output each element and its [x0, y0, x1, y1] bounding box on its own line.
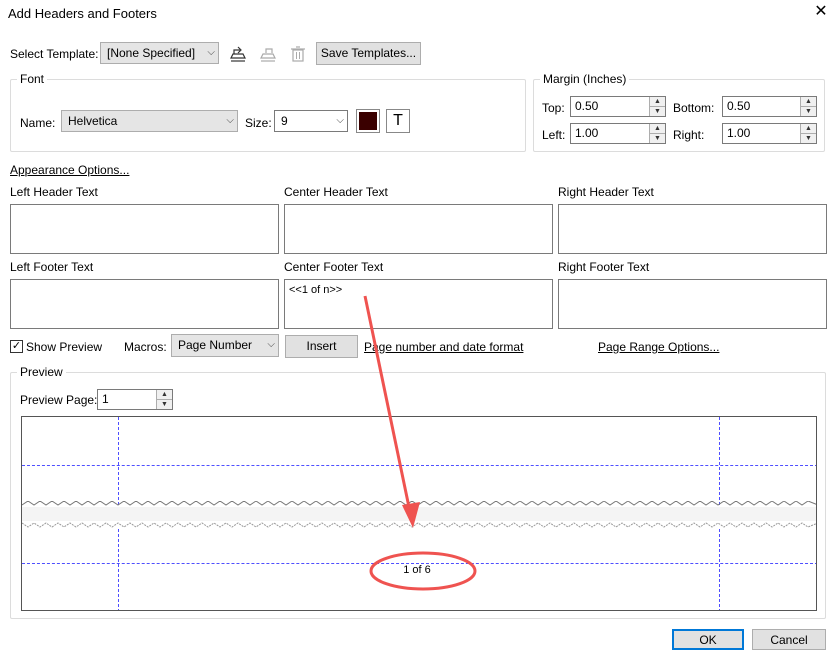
margin-left-value: 1.00: [575, 126, 599, 140]
margin-bottom-value: 0.50: [727, 99, 751, 113]
font-size-label: Size:: [245, 116, 272, 130]
macros-value: Page Number: [178, 338, 253, 352]
left-footer-label: Left Footer Text: [10, 260, 94, 274]
insert-button[interactable]: Insert: [285, 335, 358, 358]
spin-up-icon[interactable]: ▲: [800, 97, 816, 107]
spin-up-icon[interactable]: ▲: [649, 97, 665, 107]
cancel-button[interactable]: Cancel: [752, 629, 826, 650]
margin-left-label: Left:: [542, 128, 566, 142]
font-name-value: Helvetica: [68, 114, 118, 128]
preview-footer-text: 1 of 6: [403, 564, 431, 576]
add-template-icon[interactable]: [228, 44, 248, 64]
close-icon[interactable]: ✕: [813, 4, 829, 20]
preview-page-value: 1: [102, 392, 109, 406]
template-select[interactable]: [None Specified] ⌵: [100, 42, 219, 64]
right-footer-input[interactable]: [558, 279, 827, 329]
macros-select[interactable]: Page Number ⌵: [171, 334, 279, 357]
page-number-format-link[interactable]: Page number and date format: [364, 340, 523, 354]
margin-guide-left-top: [118, 417, 119, 505]
font-color-button[interactable]: [356, 109, 380, 133]
right-header-label: Right Header Text: [558, 185, 654, 199]
save-templates-button[interactable]: Save Templates...: [316, 42, 421, 65]
center-footer-input[interactable]: <<1 of n>>: [284, 279, 553, 329]
margin-right-value: 1.00: [727, 126, 751, 140]
spin-down-icon[interactable]: ▼: [800, 106, 816, 116]
edit-template-icon[interactable]: [258, 44, 278, 64]
chevron-down-icon: ⌵: [207, 47, 215, 58]
margin-guide-right-top: [719, 417, 720, 505]
preview-page-label: Preview Page:: [20, 393, 98, 407]
ok-button[interactable]: OK: [672, 629, 744, 650]
macros-label: Macros:: [124, 340, 167, 354]
text-format-icon[interactable]: T: [386, 109, 410, 133]
left-header-input[interactable]: [10, 204, 279, 254]
preview-canvas: 1 of 6: [21, 416, 817, 611]
font-size-value: 9: [281, 114, 288, 128]
margin-top-value: 0.50: [575, 99, 599, 113]
chevron-down-icon: ⌵: [226, 115, 234, 126]
template-select-value: [None Specified]: [107, 46, 196, 60]
page-range-options-link[interactable]: Page Range Options...: [598, 340, 719, 354]
center-header-label: Center Header Text: [284, 185, 388, 199]
spin-up-icon[interactable]: ▲: [649, 124, 665, 134]
spin-up-icon[interactable]: ▲: [156, 390, 172, 400]
font-size-select[interactable]: 9 ⌵: [274, 110, 348, 132]
appearance-options-link[interactable]: Appearance Options...: [10, 163, 129, 177]
preview-group-title: Preview: [17, 365, 66, 379]
font-name-label: Name:: [20, 116, 56, 130]
margin-guide-header: [22, 465, 816, 466]
margin-right-stepper[interactable]: 1.00 ▲ ▼: [722, 123, 817, 144]
delete-template-icon[interactable]: [288, 44, 308, 64]
margin-guide-left-bottom: [118, 529, 119, 610]
spin-down-icon[interactable]: ▼: [649, 133, 665, 143]
spin-down-icon[interactable]: ▼: [156, 399, 172, 409]
margin-guide-right-bottom: [719, 529, 720, 610]
chevron-down-icon: ⌵: [336, 115, 344, 126]
spin-down-icon[interactable]: ▼: [649, 106, 665, 116]
margin-top-label: Top:: [542, 101, 565, 115]
left-header-label: Left Header Text: [10, 185, 98, 199]
margin-right-label: Right:: [673, 128, 705, 142]
chevron-down-icon: ⌵: [267, 339, 275, 350]
margin-bottom-label: Bottom:: [673, 101, 715, 115]
preview-page-stepper[interactable]: 1 ▲ ▼: [97, 389, 173, 410]
margin-bottom-stepper[interactable]: 0.50 ▲ ▼: [722, 96, 817, 117]
show-preview-label: Show Preview: [26, 340, 103, 354]
right-header-input[interactable]: [558, 204, 827, 254]
center-footer-label: Center Footer Text: [284, 260, 384, 274]
show-preview-checkbox[interactable]: ✓: [10, 340, 23, 353]
center-header-input[interactable]: [284, 204, 553, 254]
window-title: Add Headers and Footers: [8, 6, 157, 21]
font-group-title: Font: [17, 72, 48, 86]
left-footer-input[interactable]: [10, 279, 279, 329]
right-footer-label: Right Footer Text: [558, 260, 650, 274]
page-break-tear: [22, 501, 816, 528]
font-color-swatch: [359, 112, 377, 130]
spin-up-icon[interactable]: ▲: [800, 124, 816, 134]
margin-group-title: Margin (Inches): [540, 72, 630, 86]
select-template-label: Select Template:: [10, 47, 99, 61]
font-name-select[interactable]: Helvetica ⌵: [61, 110, 238, 132]
margin-left-stepper[interactable]: 1.00 ▲ ▼: [570, 123, 666, 144]
spin-down-icon[interactable]: ▼: [800, 133, 816, 143]
margin-top-stepper[interactable]: 0.50 ▲ ▼: [570, 96, 666, 117]
